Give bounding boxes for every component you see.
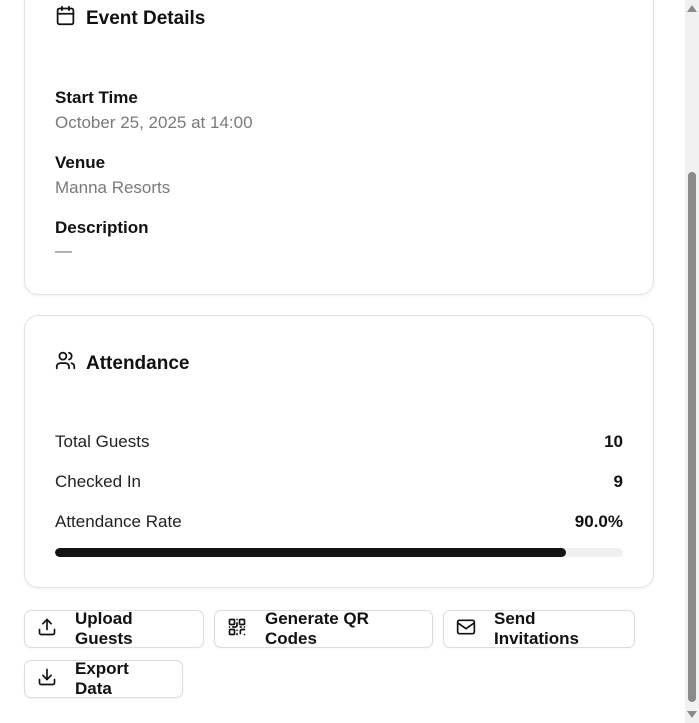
checked-in-value: 9 <box>613 472 623 491</box>
attendance-title: Attendance <box>86 352 190 374</box>
event-details-title: Event Details <box>86 7 206 29</box>
send-invitations-label: Send Invitations <box>494 609 580 648</box>
download-icon <box>37 667 75 692</box>
checked-in-label: Checked In <box>55 472 141 491</box>
start-time-label: Start Time <box>55 88 138 107</box>
scroll-down-arrow-icon[interactable] <box>687 711 697 718</box>
attendance-card: Attendance Total Guests 10 Checked In 9 … <box>24 315 654 588</box>
attendance-rate-value: 90.0% <box>574 512 623 531</box>
page-content: Event Details Start Time October 25, 202… <box>0 0 685 723</box>
start-time-value: October 25, 2025 at 14:00 <box>55 113 253 132</box>
attendance-rate-row: Attendance Rate 90.0% <box>55 512 623 532</box>
attendance-heading: Attendance <box>55 350 189 377</box>
attendance-progress-bar <box>55 548 623 557</box>
vertical-scrollbar[interactable] <box>685 0 699 723</box>
generate-qr-codes-button[interactable]: Generate QR Codes <box>214 609 433 648</box>
total-guests-value: 10 <box>604 432 623 451</box>
venue-label: Venue <box>55 153 106 172</box>
description-label: Description <box>55 218 149 237</box>
event-details-heading: Event Details <box>55 5 205 32</box>
qr-code-icon <box>227 617 265 642</box>
event-details-card: Event Details Start Time October 25, 202… <box>24 0 654 295</box>
venue-value: Manna Resorts <box>55 178 171 197</box>
total-guests-row: Total Guests 10 <box>55 432 623 452</box>
total-guests-label: Total Guests <box>55 432 150 451</box>
attendance-rate-label: Attendance Rate <box>55 512 182 531</box>
description-value: — <box>55 241 72 260</box>
upload-guests-button[interactable]: Upload Guests <box>24 609 204 648</box>
export-data-button[interactable]: Export Data <box>24 659 183 698</box>
upload-guests-label: Upload Guests <box>75 609 133 648</box>
scrollbar-thumb[interactable] <box>688 172 696 702</box>
send-invitations-button[interactable]: Send Invitations <box>443 609 635 648</box>
calendar-icon <box>55 5 76 32</box>
export-data-label: Export Data <box>75 659 129 698</box>
scroll-up-arrow-icon[interactable] <box>687 5 697 12</box>
checked-in-row: Checked In 9 <box>55 472 623 492</box>
upload-icon <box>37 617 75 642</box>
users-icon <box>55 350 76 377</box>
generate-qr-codes-label: Generate QR Codes <box>265 609 369 648</box>
mail-icon <box>456 617 494 642</box>
attendance-progress-fill <box>55 548 567 557</box>
